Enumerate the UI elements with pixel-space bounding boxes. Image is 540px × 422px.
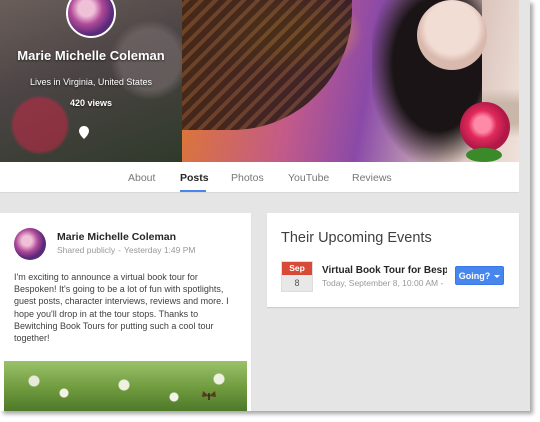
butterfly-icon [202, 391, 216, 400]
event-date-badge: Sep 8 [281, 261, 313, 292]
upcoming-events-card: Their Upcoming Events Sep 8 Virtual Book… [267, 213, 519, 307]
chevron-down-icon [494, 274, 501, 278]
cover-image [182, 0, 519, 162]
rose-leaf [466, 148, 502, 162]
cover-face [417, 0, 487, 70]
tab-photos[interactable]: Photos [231, 172, 264, 184]
cover-wing [182, 0, 352, 130]
post-meta: Shared publicly - Yesterday 1:49 PM [57, 245, 195, 255]
tab-posts[interactable]: Posts [180, 172, 209, 184]
tab-reviews[interactable]: Reviews [352, 172, 392, 184]
post-author-name[interactable]: Marie Michelle Coleman [57, 231, 176, 243]
profile-views: 420 views [69, 98, 113, 108]
post-visibility: Shared publicly [57, 245, 116, 255]
event-name[interactable]: Virtual Book Tour for Bespoken [322, 265, 447, 276]
post-card: Marie Michelle Coleman Shared publicly - Y… [0, 213, 251, 411]
post-author-avatar[interactable] [14, 228, 46, 260]
active-tab-indicator [180, 190, 206, 192]
event-day: 8 [282, 275, 312, 291]
post-image[interactable] [4, 361, 247, 411]
event-time: Today, September 8, 10:00 AM - [322, 278, 444, 288]
cover-photo: Marie Michelle Coleman Lives in Virginia… [0, 0, 519, 162]
rose-image [460, 102, 510, 152]
post-timestamp[interactable]: Yesterday 1:49 PM [124, 245, 196, 255]
events-title: Their Upcoming Events [281, 230, 432, 246]
tab-youtube[interactable]: YouTube [288, 172, 329, 184]
event-month: Sep [282, 262, 312, 275]
post-text: I'm exciting to announce a virtual book … [14, 272, 229, 344]
profile-name[interactable]: Marie Michelle Coleman [0, 48, 182, 63]
profile-location: Lives in Virginia, United States [30, 77, 152, 87]
tab-about[interactable]: About [128, 172, 155, 184]
going-button-label: Going? [458, 270, 491, 281]
profile-page: Marie Michelle Coleman Lives in Virginia… [0, 0, 530, 411]
profile-tabs: About Posts Photos YouTube Reviews [0, 162, 519, 193]
location-pin-icon [79, 126, 89, 139]
post-meta-separator: - [118, 245, 121, 255]
going-rsvp-button[interactable]: Going? [455, 266, 504, 285]
